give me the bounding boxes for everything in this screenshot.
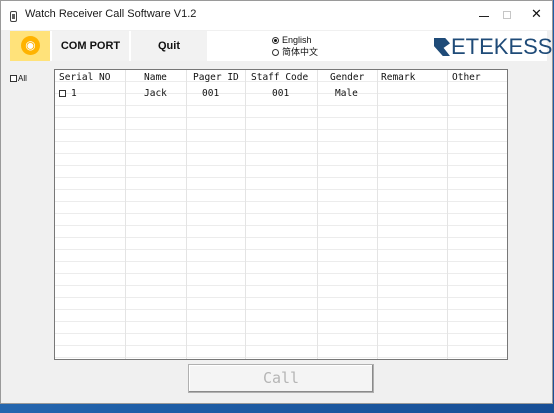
header-serial-no[interactable]: Serial NO: [59, 71, 110, 84]
language-option-chinese[interactable]: 简体中文: [272, 46, 318, 58]
table-gridlines: [55, 70, 507, 359]
brand-text: ETEKESS: [451, 34, 553, 59]
quit-button[interactable]: Quit: [131, 31, 207, 61]
header-pager-id[interactable]: Pager ID: [193, 71, 239, 84]
language-option-english[interactable]: English: [272, 34, 318, 46]
table-row[interactable]: 1 Jack 001 001 Male: [55, 87, 507, 100]
toolbar: ◉ COM PORT Quit English 简体中文 ETEKESS: [10, 31, 552, 61]
close-button[interactable]: ✕: [519, 1, 554, 30]
language-label-chinese: 简体中文: [282, 47, 319, 57]
cell-serial: 1: [71, 88, 77, 99]
minimize-icon: [479, 16, 489, 17]
cell-pager-id: 001: [202, 88, 220, 99]
maximize-icon: [503, 11, 511, 19]
header-other[interactable]: Other: [452, 71, 481, 84]
select-all-label: All: [18, 74, 27, 83]
table-header: Serial NO Name Pager ID Staff Code Gende…: [55, 71, 507, 84]
brand-r-mark-icon: [434, 38, 450, 56]
cell-gender: Male: [335, 88, 358, 99]
language-label-english: English: [282, 35, 312, 45]
column-divider: [377, 70, 378, 359]
window-title: Watch Receiver Call Software V1.2: [25, 8, 197, 20]
cell-name: Jack: [144, 88, 167, 99]
header-remark[interactable]: Remark: [381, 71, 415, 84]
column-divider: [317, 70, 318, 359]
close-icon: ✕: [531, 7, 542, 22]
radio-selected-icon[interactable]: [272, 37, 279, 45]
row-select-checkbox[interactable]: [59, 87, 67, 100]
app-logo: ◉: [10, 31, 50, 61]
select-all-checkbox[interactable]: All: [10, 74, 27, 83]
checkbox-icon[interactable]: [59, 90, 66, 97]
pager-table[interactable]: Serial NO Name Pager ID Staff Code Gende…: [54, 69, 508, 360]
com-port-button[interactable]: COM PORT: [52, 31, 129, 61]
column-divider: [125, 70, 126, 359]
cell-staff-code: 001: [272, 88, 290, 99]
column-divider: [186, 70, 187, 359]
radio-unselected-icon[interactable]: [272, 49, 279, 57]
brand-logo: ETEKESS: [434, 35, 552, 59]
title-bar[interactable]: Watch Receiver Call Software V1.2 ✕: [1, 1, 552, 30]
column-divider: [245, 70, 246, 359]
call-button[interactable]: Call: [188, 364, 374, 393]
column-divider: [447, 70, 448, 359]
watch-icon: [10, 11, 17, 22]
language-selector: English 简体中文: [272, 34, 318, 58]
header-staff-code[interactable]: Staff Code: [251, 71, 308, 84]
header-name[interactable]: Name: [144, 71, 167, 84]
header-gender[interactable]: Gender: [330, 71, 364, 84]
watch-logo-icon: ◉: [21, 36, 40, 55]
checkbox-icon[interactable]: [10, 75, 17, 83]
app-window: Watch Receiver Call Software V1.2 ✕ ◉ CO…: [0, 0, 553, 404]
